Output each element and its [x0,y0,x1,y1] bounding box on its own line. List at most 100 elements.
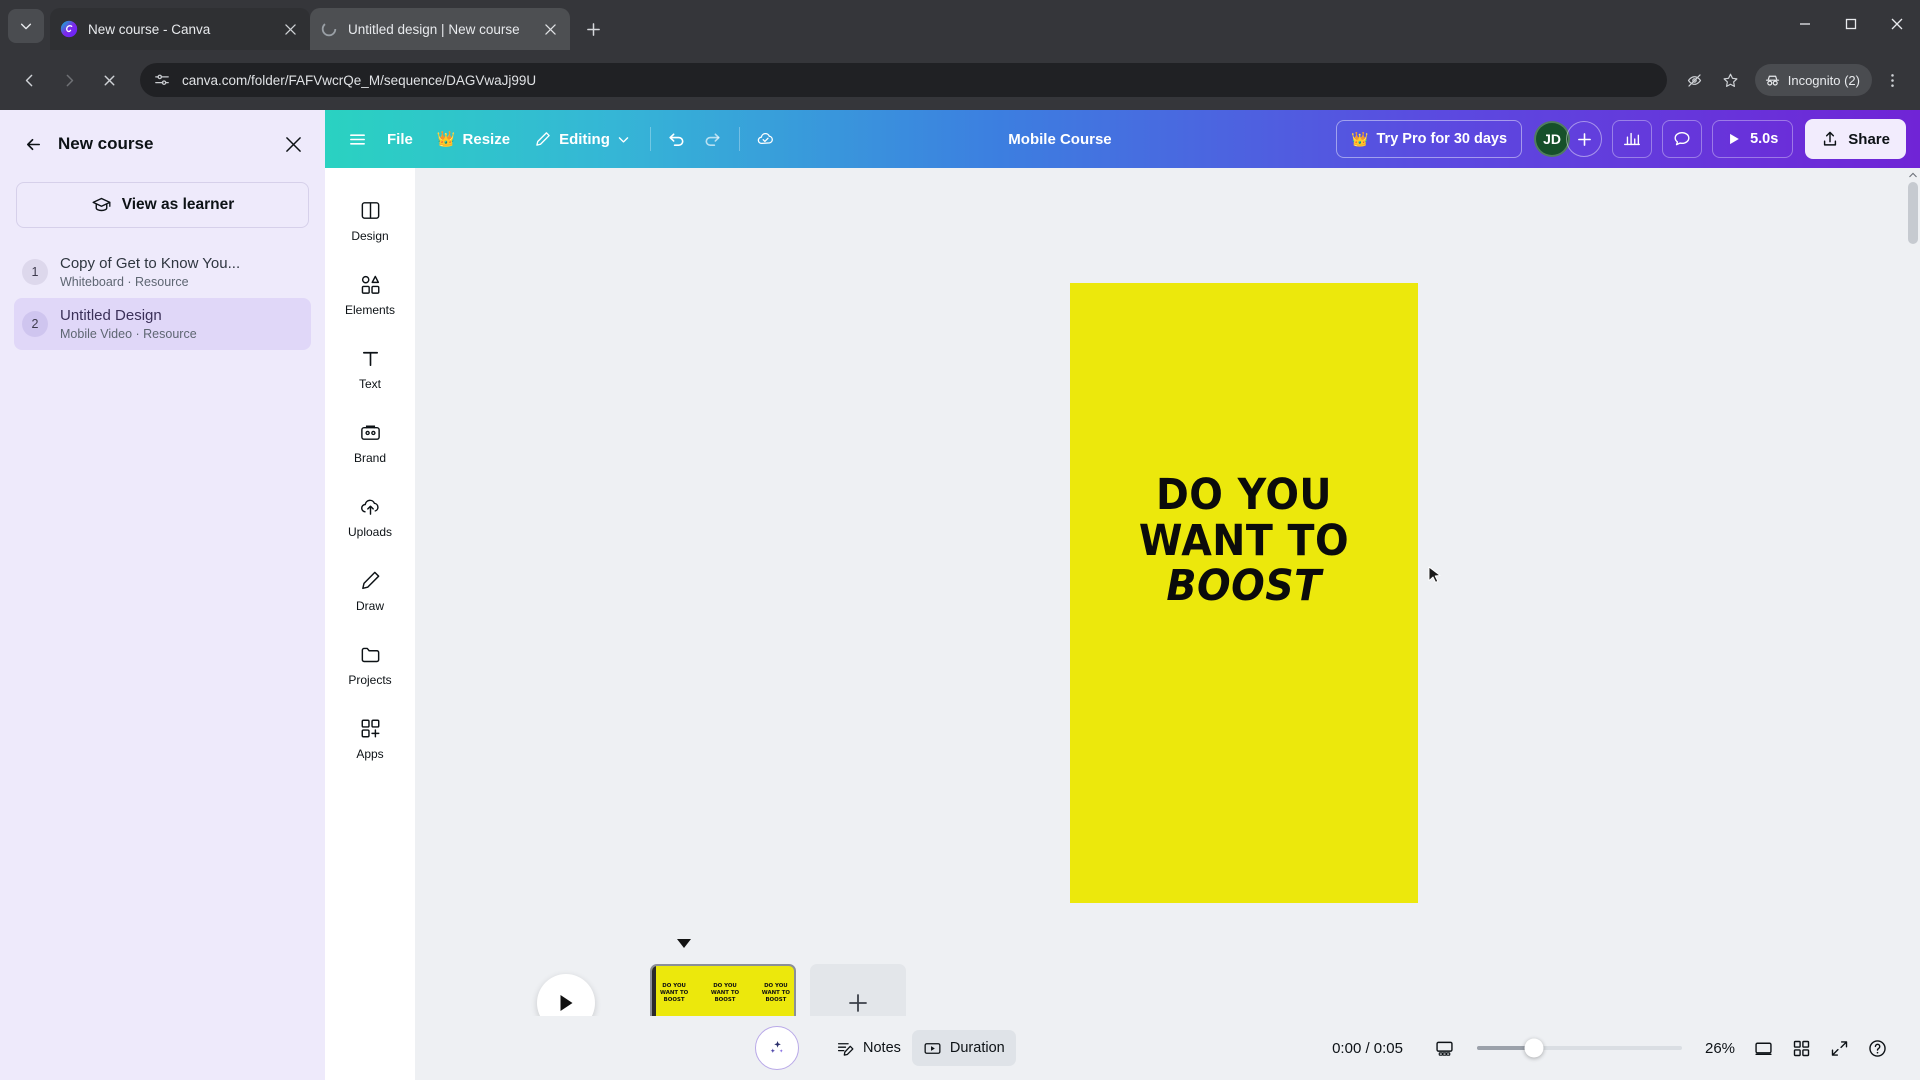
lesson-item-1[interactable]: 1 Copy of Get to Know You... Whiteboard … [14,246,311,298]
bar-chart-icon [1624,132,1641,146]
try-pro-button[interactable]: 👑 Try Pro for 30 days [1336,120,1523,158]
back-arrow-icon [26,138,40,150]
scrollbar-thumb[interactable] [1908,182,1918,244]
timeline-playhead[interactable] [677,939,691,948]
site-settings-icon[interactable] [154,72,170,88]
tool-label: Projects [348,673,392,687]
play-icon [1730,133,1739,145]
forward-arrow-icon [66,74,73,86]
redo-button[interactable] [695,121,731,157]
editing-mode-button[interactable]: Editing [522,121,642,157]
tab-title: New course - Canva [88,21,211,37]
lesson-list: 1 Copy of Get to Know You... Whiteboard … [0,246,325,350]
tool-uploads[interactable]: Uploads [325,480,415,554]
preview-play-button[interactable]: 5.0s [1712,120,1794,158]
invite-people-button[interactable] [1566,121,1603,157]
redo-icon [705,132,721,146]
uploads-icon [360,499,379,515]
thumb-text-copy-2: DO YOU WANT TO BOOST [710,983,740,1003]
share-label: Share [1848,130,1890,148]
lesson-item-2[interactable]: 2 Untitled Design Mobile Video · Resourc… [14,298,311,350]
file-menu-button[interactable]: File [375,121,425,157]
toolbar-divider [649,127,651,151]
stop-loading-button[interactable] [92,63,126,97]
resize-button[interactable]: 👑 Resize [425,121,522,157]
url-bar[interactable]: canva.com/folder/FAFVwcrQe_M/sequence/DA… [140,63,1667,97]
tab-title: Untitled design | New course [348,21,520,37]
tool-apps[interactable]: Apps [325,702,415,776]
lesson-title: Untitled Design [60,307,162,325]
tab-close-button[interactable] [540,19,560,39]
help-button[interactable] [1858,1030,1896,1066]
fit-screen-button[interactable] [1744,1030,1782,1066]
tool-draw[interactable]: Draw [325,554,415,628]
tool-label: Design [351,229,389,243]
pencil-icon [536,132,550,146]
tool-label: Elements [344,303,396,317]
close-window-button[interactable] [1874,0,1920,48]
grid-view-button[interactable] [1782,1030,1820,1066]
tab-search-button[interactable] [8,9,44,43]
bookmark-button[interactable] [1715,64,1747,96]
chevron-down-icon [618,136,629,143]
analytics-button[interactable] [1612,120,1653,158]
minimize-button[interactable] [1782,0,1828,48]
page-heading-text[interactable]: DO YOU WANT TO BOOST [1070,472,1418,610]
page-view-button[interactable] [1425,1030,1463,1066]
tool-brand[interactable]: Brand [325,406,415,480]
duration-button[interactable]: Duration [911,1030,1016,1066]
scene-thumb-preview: DO YOU WANT TO BOOST DO YOU WANT TO BOOS… [660,983,790,1003]
view-as-learner-button[interactable]: View as learner [16,182,309,228]
tool-label: Text [358,377,381,391]
mouse-cursor [1428,566,1441,583]
zoom-percent[interactable]: 26% [1696,1040,1744,1057]
share-button[interactable]: Share [1805,119,1906,159]
tool-rail: Design Elements Text Brand Uploads Draw … [325,168,415,1080]
undo-button[interactable] [659,121,695,157]
new-tab-button[interactable] [578,14,608,44]
tool-label: Brand [353,451,387,465]
canvas-area[interactable]: DO YOU WANT TO BOOST DO YOU WANT TO BOOS… [415,168,1920,1080]
main-menu-button[interactable] [339,121,375,157]
forward-button[interactable] [52,63,86,97]
share-upload-icon [1824,131,1837,146]
status-bar: Notes Duration 0:00 / 0:05 26% [415,1016,1920,1080]
hide-password-button[interactable] [1679,64,1711,96]
zoom-slider-track[interactable] [1477,1038,1682,1058]
comments-button[interactable] [1662,120,1703,158]
vertical-scrollbar[interactable] [1906,168,1920,1080]
tool-projects[interactable]: Projects [325,628,415,702]
maximize-button[interactable] [1828,0,1874,48]
plus-icon [586,22,600,36]
scroll-up-arrow[interactable] [1906,168,1920,182]
notes-button[interactable]: Notes [825,1030,912,1066]
tool-label: Uploads [347,525,393,539]
tab-close-button[interactable] [280,19,300,39]
app-area: New course View as learner 1 Copy of Get… [0,110,1920,1080]
incognito-icon [1765,75,1779,86]
tool-text[interactable]: Text [325,332,415,406]
close-course-panel-button[interactable] [277,128,309,160]
canva-editor: File 👑 Resize Editing Mobile Course 👑 Tr… [325,110,1920,1080]
browser-tab-2[interactable]: Untitled design | New course [310,8,570,50]
tool-elements[interactable]: Elements [325,258,415,332]
fullscreen-button[interactable] [1820,1030,1858,1066]
crown-icon: 👑 [1351,130,1369,147]
hamburger-menu-icon [349,133,365,145]
browser-menu-button[interactable] [1876,64,1908,96]
back-button[interactable] [12,63,46,97]
course-back-button[interactable] [16,127,50,161]
browser-tab-1[interactable]: New course - Canva [50,8,310,50]
design-page[interactable]: DO YOU WANT TO BOOST [1070,283,1418,903]
stop-loading-icon [104,75,114,85]
duration-play-icon [924,1042,941,1054]
design-name[interactable]: Mobile Course [992,131,1127,148]
magic-studio-button[interactable] [755,1026,799,1070]
zoom-slider-thumb[interactable] [1524,1038,1544,1058]
avatar[interactable]: JD [1534,121,1571,157]
canva-icon [60,20,78,38]
incognito-indicator[interactable]: Incognito (2) [1754,64,1872,96]
saved-status-button[interactable] [748,121,784,157]
zoom-slider[interactable] [1477,1038,1682,1058]
tool-design[interactable]: Design [325,184,415,258]
